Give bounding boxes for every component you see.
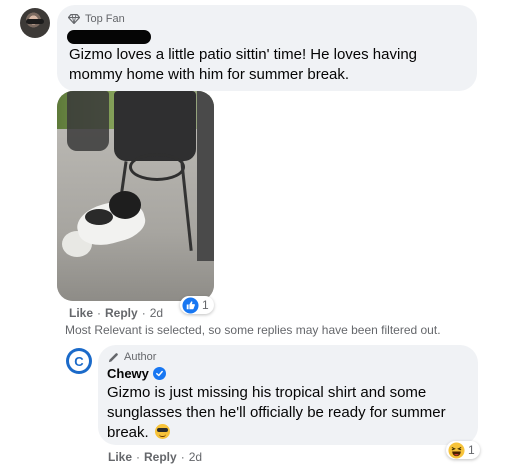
- redacted-commenter-name: [67, 30, 151, 44]
- avatar-letter: C: [69, 351, 89, 371]
- like-button[interactable]: Like: [69, 306, 93, 320]
- reaction-count-label: 1: [202, 298, 209, 312]
- reply-timestamp[interactable]: 2d: [189, 450, 202, 464]
- filter-note: Most Relevant is selected, so some repli…: [65, 323, 441, 337]
- pencil-icon: [108, 352, 118, 362]
- badge-label: Top Fan: [85, 13, 125, 25]
- comment-photo[interactable]: [57, 91, 214, 301]
- separator: ·: [141, 306, 146, 320]
- comment-actions: Like · Reply · 2d: [69, 306, 163, 320]
- haha-reaction-icon: [448, 441, 465, 459]
- reaction-count[interactable]: 1: [180, 296, 214, 314]
- separator: ·: [97, 306, 102, 320]
- commenter-avatar[interactable]: [20, 8, 50, 38]
- sunglasses-emoji-icon: [154, 424, 170, 439]
- reply-reply-button[interactable]: Reply: [144, 450, 177, 464]
- timestamp[interactable]: 2d: [150, 306, 163, 320]
- author-badge-label: Author: [124, 351, 157, 363]
- author-name[interactable]: Chewy: [107, 366, 149, 381]
- separator: ·: [136, 450, 141, 464]
- diamond-icon: [68, 14, 80, 24]
- reply-reaction-count-label: 1: [468, 443, 475, 457]
- chewy-avatar[interactable]: C: [66, 348, 92, 374]
- author-badge[interactable]: Author: [108, 350, 156, 364]
- separator: ·: [180, 450, 185, 464]
- like-reaction-icon: [182, 296, 199, 314]
- comment-text: Gizmo loves a little patio sittin' time!…: [69, 46, 418, 83]
- reply-like-button[interactable]: Like: [108, 450, 132, 464]
- reply-reaction-count[interactable]: 1: [446, 441, 480, 459]
- reply-text: Gizmo is just missing his tropical shirt…: [107, 383, 467, 443]
- reply-author: Chewy: [107, 366, 166, 381]
- verified-badge-icon: [152, 367, 166, 380]
- reply-button[interactable]: Reply: [105, 306, 138, 320]
- reply-actions: Like · Reply · 2d: [108, 450, 202, 464]
- top-fan-badge[interactable]: Top Fan: [68, 11, 125, 27]
